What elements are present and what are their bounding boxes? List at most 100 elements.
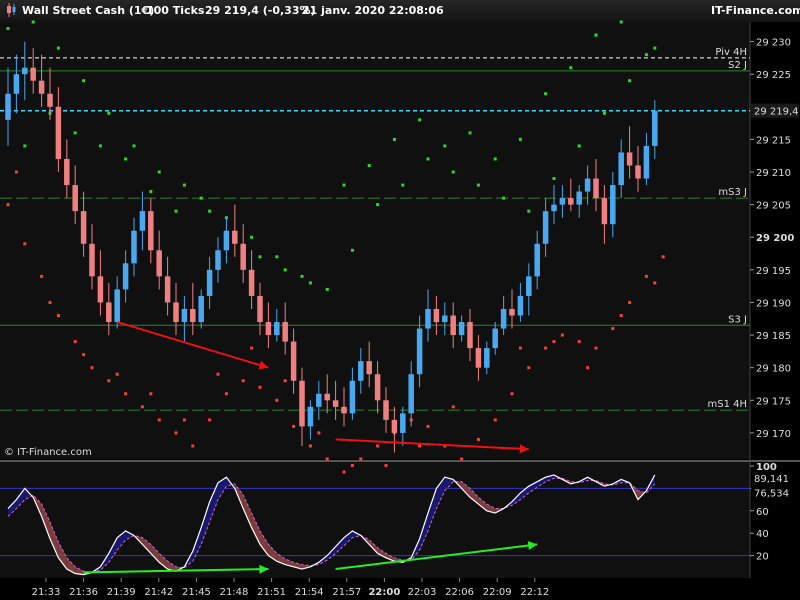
candle-body [358, 361, 364, 381]
level-label: mS3 J [718, 187, 747, 198]
resistance-dot [300, 274, 304, 278]
support-dot [157, 418, 161, 422]
resistance-dot [653, 46, 657, 50]
resistance-dot [451, 170, 455, 174]
candle-body [122, 263, 129, 290]
resistance-dot [98, 144, 102, 148]
support-dot [48, 300, 52, 304]
resistance-dot [527, 209, 531, 213]
candle-body [55, 106, 62, 159]
candle-body [316, 393, 322, 407]
y-tick-label: 29 195 [756, 266, 791, 277]
support-dot [275, 398, 279, 402]
y-tick-label: 29 190 [756, 298, 791, 309]
osc-tick-label: 40 [756, 529, 769, 540]
x-tick-label: 21:51 [257, 587, 286, 598]
resistance-dot [132, 144, 136, 148]
support-dot [6, 203, 10, 207]
candle-body [433, 308, 440, 323]
support-dot [73, 340, 77, 344]
support-dot [653, 281, 657, 285]
support-dot [140, 405, 144, 409]
y-tick-label: 29 170 [756, 429, 791, 440]
support-dot [376, 444, 380, 448]
support-dot [216, 372, 220, 376]
candle-body [240, 243, 246, 270]
candle-body [534, 243, 540, 277]
resistance-dot [401, 183, 405, 187]
candle-body [265, 322, 272, 336]
x-tick-label: 21:45 [182, 587, 211, 598]
candle-body [307, 406, 314, 427]
candle-body [89, 243, 95, 277]
candle-body [299, 380, 305, 427]
support-dot [124, 392, 128, 396]
support-dot [208, 418, 212, 422]
resistance-dot [308, 281, 312, 285]
y-tick-label: 29 210 [756, 168, 791, 179]
candle-body [257, 295, 263, 323]
x-tick-label: 22:03 [408, 587, 437, 598]
resistance-dot [418, 118, 422, 122]
candle-body [568, 198, 574, 205]
candle-body [156, 250, 162, 277]
y-tick-label: 29 205 [756, 201, 791, 212]
chart-canvas[interactable]: Piv 4H S2 J mS3 J S3 J mS1 4H 29 230 29 225 29… [0, 0, 800, 600]
resistance-dot [174, 209, 178, 213]
support-dot [661, 255, 665, 259]
y-tick-label: 29 215 [756, 135, 791, 146]
candle-body [374, 374, 381, 401]
candle-body [38, 80, 45, 94]
y-tick-label: 29 175 [756, 396, 791, 407]
resistance-dot [149, 190, 153, 194]
support-dot [426, 424, 430, 428]
candle-body [551, 204, 557, 212]
candle-body [383, 400, 389, 420]
resistance-dot [82, 79, 86, 83]
candle-body [248, 269, 255, 296]
level-label: Piv 4H [715, 47, 747, 58]
resistance-dot [577, 144, 581, 148]
candle-body [626, 152, 633, 166]
support-dot [342, 470, 346, 474]
candle-body [223, 230, 230, 251]
resistance-dot [628, 79, 632, 83]
support-dot [40, 274, 44, 278]
x-tick-label: 22:06 [445, 587, 474, 598]
x-tick-label: 21:42 [144, 587, 173, 598]
level-label: S3 J [728, 314, 747, 325]
support-dot [107, 379, 111, 383]
resistance-dot [157, 170, 161, 174]
candle-body [442, 315, 448, 323]
candle-body [114, 289, 120, 323]
candle-body [408, 374, 414, 414]
x-tick-label: 21:33 [32, 587, 61, 598]
resistance-dot [258, 255, 262, 259]
support-dot [56, 314, 60, 318]
candle-body [72, 185, 78, 212]
x-tick-label: 22:09 [483, 587, 512, 598]
support-dot [325, 457, 329, 461]
resistance-dot [502, 196, 506, 200]
support-dot [182, 418, 186, 422]
candle-body [30, 67, 36, 81]
candle-body [97, 276, 104, 303]
resistance-dot [56, 46, 60, 50]
resistance-dot [350, 248, 354, 252]
support-dot [224, 392, 228, 396]
support-dot [594, 346, 598, 350]
resistance-dot [283, 268, 287, 272]
candle-body [652, 110, 658, 146]
support-dot [149, 392, 153, 396]
candle-body [400, 413, 406, 433]
resistance-dot [199, 196, 203, 200]
resistance-dot [493, 157, 497, 161]
resistance-dot [644, 53, 648, 57]
y-tick-label: 29 200 [756, 233, 794, 244]
candle-body [148, 211, 154, 251]
candle-body [391, 419, 398, 433]
candle-body [458, 322, 465, 336]
watermark: © IT-Finance.com [4, 447, 92, 458]
y-tick-label: 29 230 [756, 38, 791, 49]
candle-body [475, 348, 482, 368]
